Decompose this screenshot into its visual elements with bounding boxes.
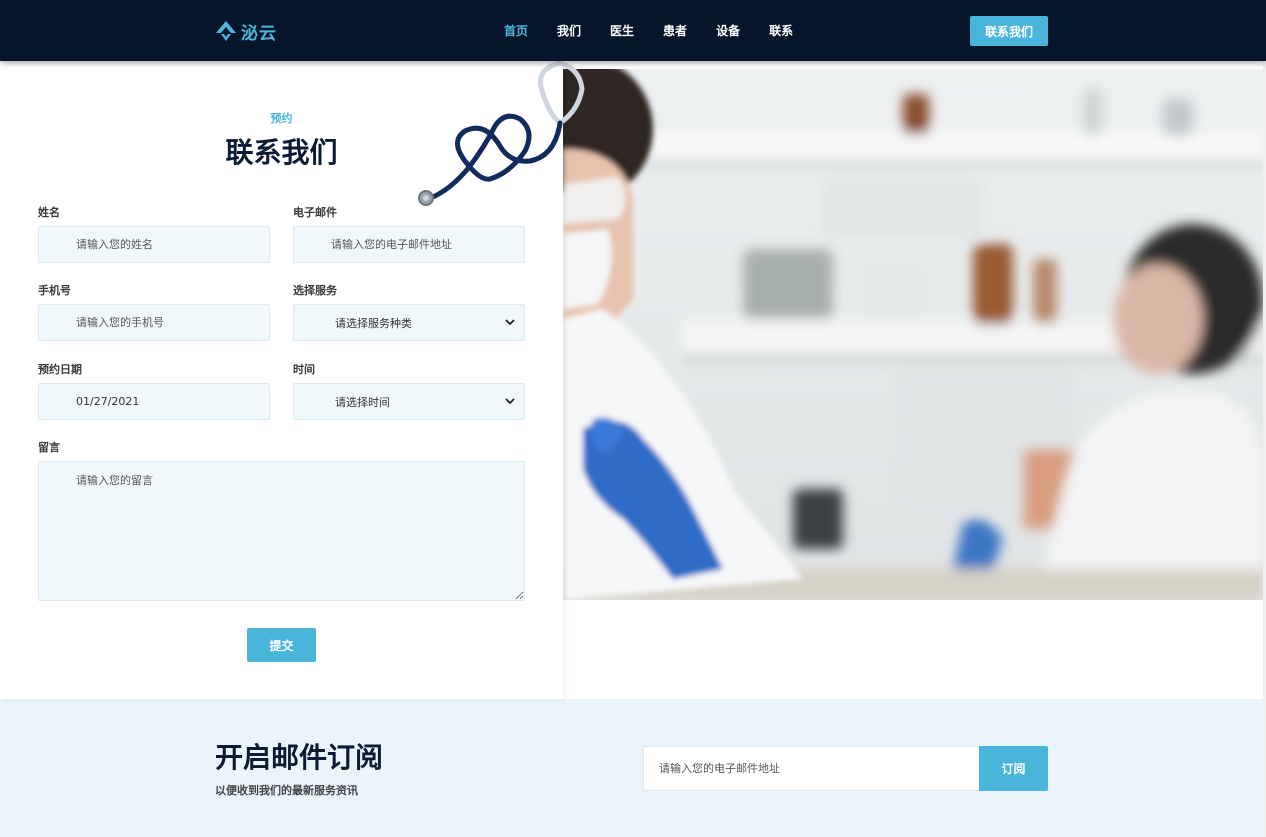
main-nav: 首页 我们 医生 患者 设备 联系: [504, 22, 822, 39]
service-select[interactable]: 请选择服务种类: [293, 304, 525, 341]
lab-scene-illustration: [563, 69, 1263, 600]
navbar: 泌云 首页 我们 医生 患者 设备 联系 联系我们: [0, 0, 1266, 61]
hero-lab-photo: [563, 69, 1263, 600]
date-label: 预约日期: [38, 363, 82, 376]
newsletter-email-input[interactable]: [643, 746, 980, 791]
chevron-down-icon: [505, 319, 515, 326]
phone-input[interactable]: [38, 304, 270, 341]
nav-link-doctors[interactable]: 医生: [610, 22, 634, 39]
time-select-value: 请选择时间: [335, 395, 390, 409]
nav-link-about[interactable]: 我们: [557, 22, 581, 39]
message-label: 留言: [38, 441, 60, 454]
chevron-down-icon: [505, 398, 515, 405]
email-input[interactable]: [293, 226, 525, 263]
service-label: 选择服务: [293, 284, 337, 297]
stethoscope-icon: [418, 61, 585, 206]
newsletter-section: 开启邮件订阅 以便收到我们的最新服务资讯 订阅: [0, 699, 1266, 837]
nav-link-equipment[interactable]: 设备: [716, 22, 740, 39]
phone-label: 手机号: [38, 284, 71, 297]
newsletter-description: 以便收到我们的最新服务资讯: [215, 784, 358, 797]
logo-text: 泌云: [241, 23, 277, 44]
mountain-logo-icon: [216, 21, 236, 41]
subscribe-button[interactable]: 订阅: [979, 746, 1048, 791]
nav-link-patients[interactable]: 患者: [663, 22, 687, 39]
time-select[interactable]: 请选择时间: [293, 383, 525, 420]
logo[interactable]: 泌云: [215, 18, 277, 44]
name-input[interactable]: [38, 226, 270, 263]
time-label: 时间: [293, 363, 315, 376]
submit-button[interactable]: 提交: [247, 628, 316, 662]
email-label: 电子邮件: [293, 206, 337, 219]
service-select-value: 请选择服务种类: [335, 316, 412, 330]
nav-link-home[interactable]: 首页: [504, 22, 528, 39]
contact-us-button[interactable]: 联系我们: [970, 16, 1048, 46]
newsletter-title: 开启邮件订阅: [215, 741, 384, 774]
name-label: 姓名: [38, 206, 60, 219]
message-textarea[interactable]: [38, 461, 525, 601]
date-input[interactable]: [38, 383, 270, 420]
appointment-form-panel: 预约 联系我们 姓名 电子邮件 手机号 选择服务 请选择服务种类 预约日期 时间…: [0, 61, 585, 699]
nav-link-contact[interactable]: 联系: [769, 22, 793, 39]
